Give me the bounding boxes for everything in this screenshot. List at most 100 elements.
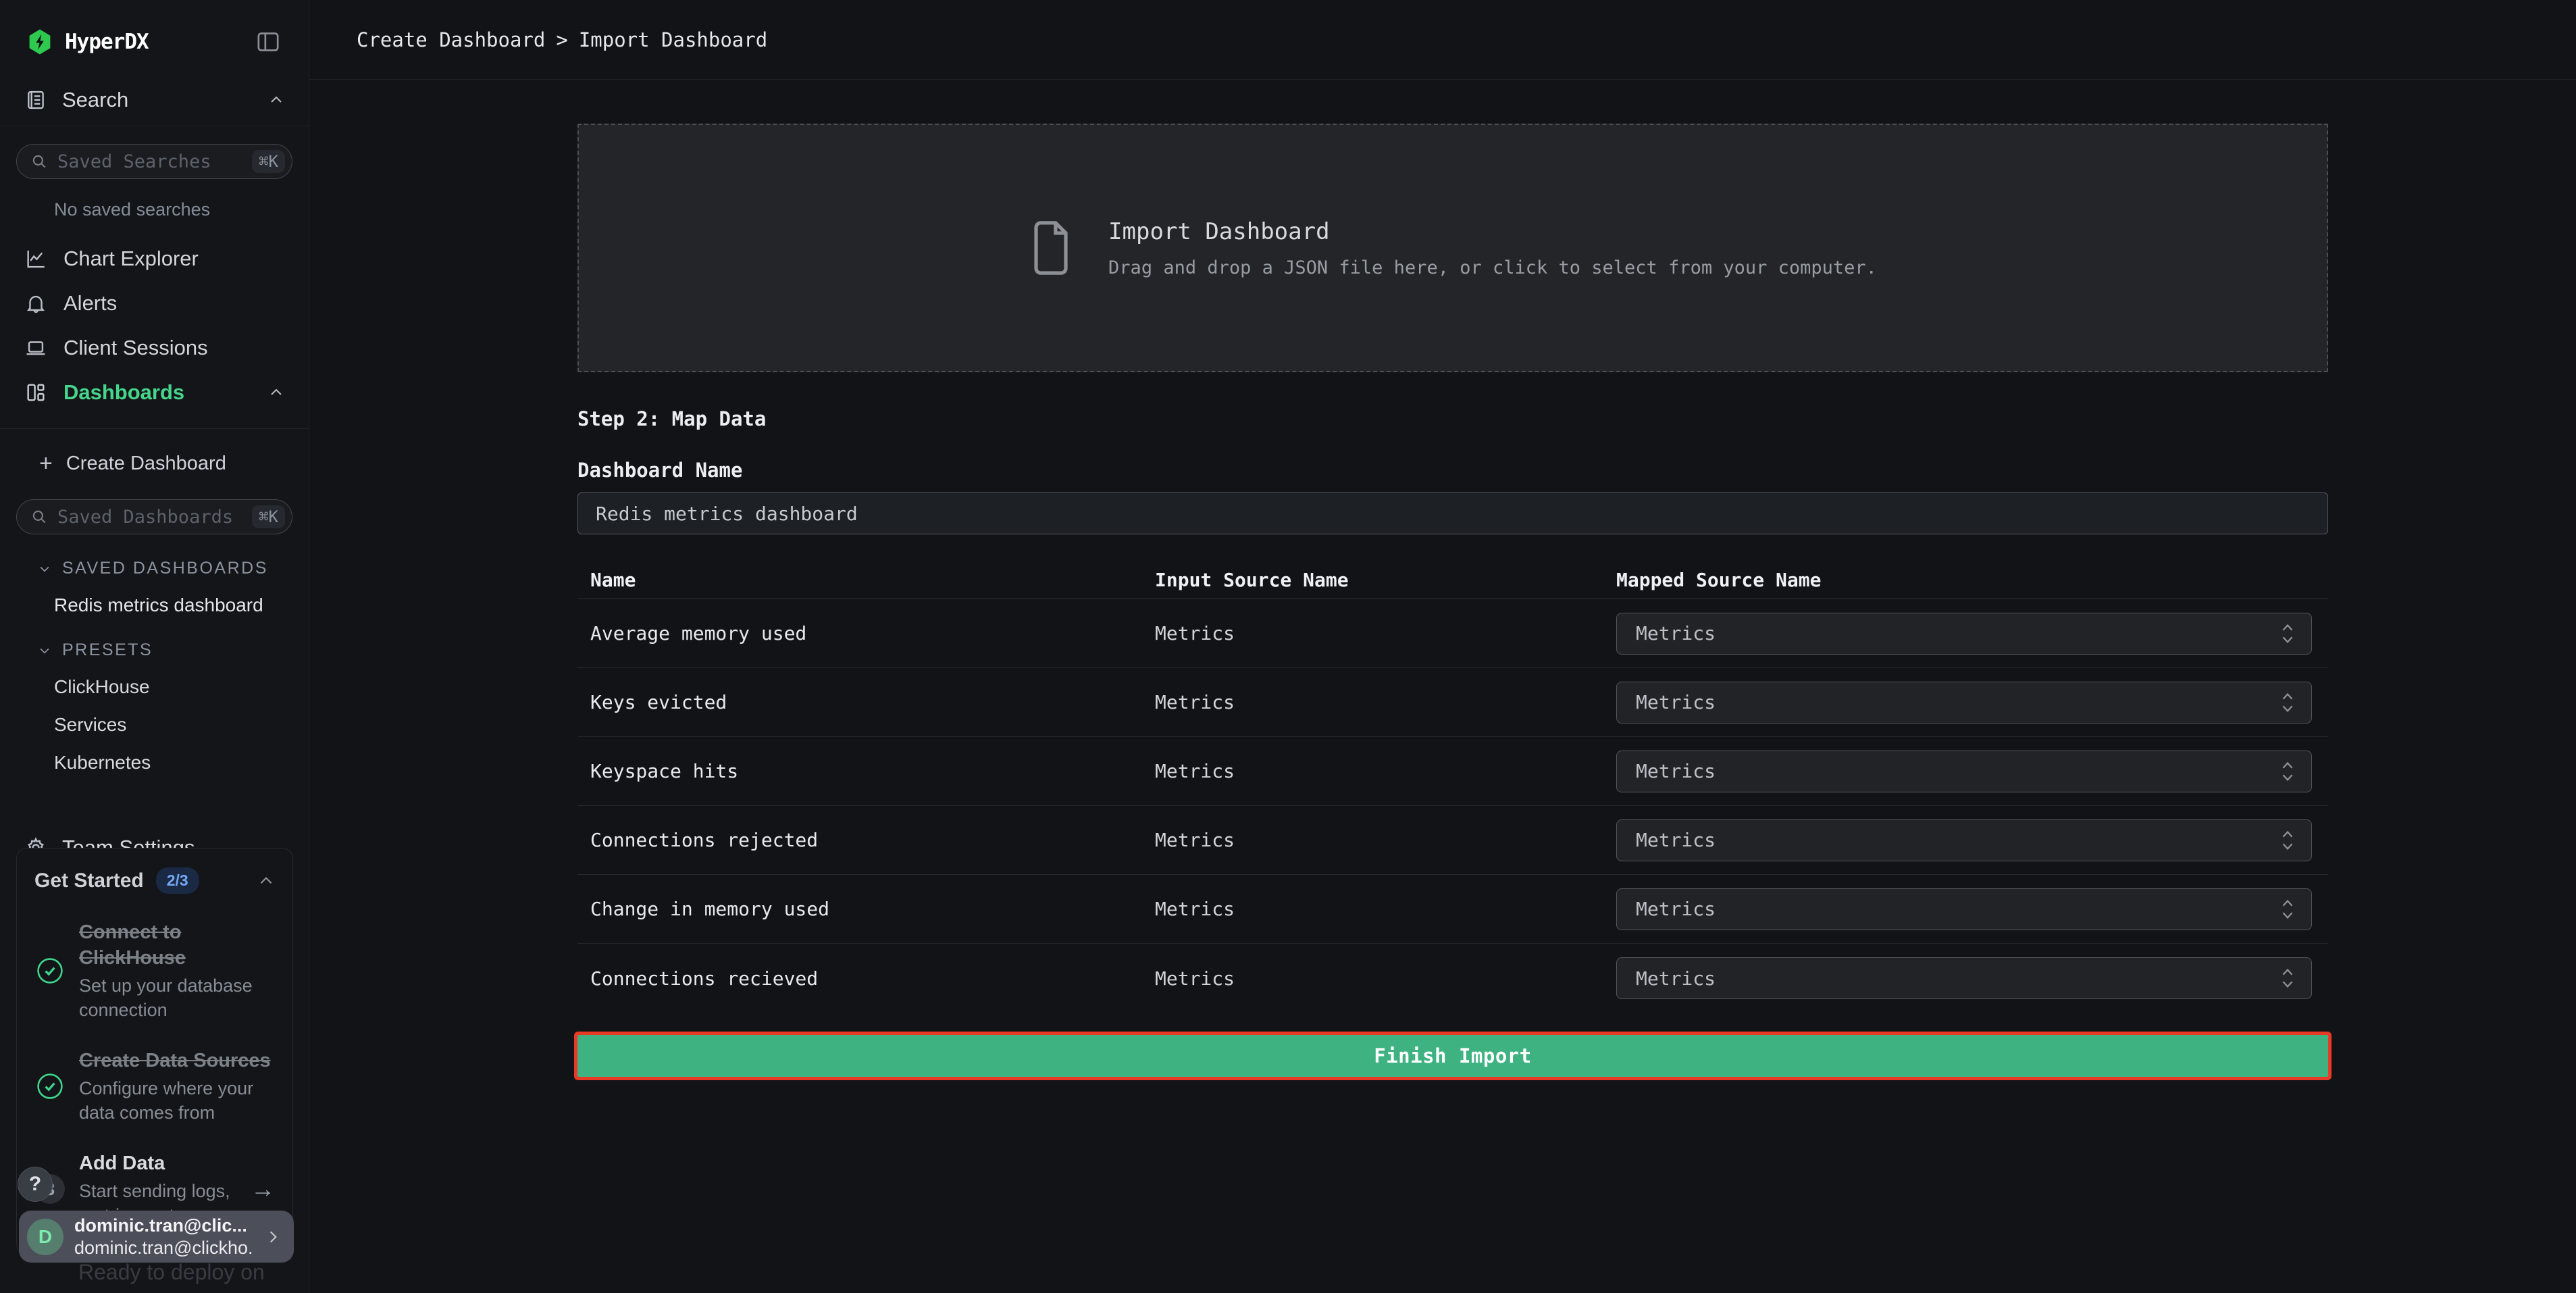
mapped-source-cell: Metrics [1616,613,2328,655]
chevron-up-icon [268,92,284,108]
get-started-progress-badge: 2/3 [156,867,199,894]
chart-explorer-icon [24,247,47,270]
step-label: Step 2: Map Data [577,407,2328,430]
preset-link-kubernetes[interactable]: Kubernetes [54,752,309,774]
saved-dashboards-placeholder: Saved Dashboards [57,507,242,528]
mapped-source-value: Metrics [1636,829,1716,851]
sidebar-item-chart-explorer[interactable]: Chart Explorer [0,236,309,281]
sidebar-collapse-button[interactable] [255,28,282,55]
sidebar-item-dashboards[interactable]: Dashboards [0,370,309,415]
breadcrumb: Create Dashboard > Import Dashboard [309,0,2576,80]
saved-dashboards-group-label: SAVED DASHBOARDS [62,559,268,578]
mapped-source-select[interactable]: Metrics [1616,613,2312,655]
dropzone-title: Import Dashboard [1108,218,1877,245]
mapped-source-value: Metrics [1636,760,1716,782]
saved-searches-input[interactable]: Saved Searches ⌘K [16,144,292,179]
create-dashboard-label: Create Dashboard [66,453,226,475]
input-source-cell: Metrics [1155,760,1616,782]
mapped-source-select[interactable]: Metrics [1616,957,2312,999]
mapped-source-cell: Metrics [1616,888,2328,930]
get-started-item-connect[interactable]: Connect to ClickHouse Set up your databa… [34,919,275,1022]
select-chevrons-icon [2280,898,2295,921]
select-chevrons-icon [2280,691,2295,714]
preset-link-services[interactable]: Services [54,714,309,736]
shortcut-badge: ⌘K [252,150,285,173]
input-source-cell: Metrics [1155,622,1616,644]
search-icon [30,508,48,526]
journal-icon [24,88,47,111]
saved-dashboards-group-header[interactable]: SAVED DASHBOARDS [38,559,309,578]
table-row: Keyspace hits Metrics Metrics [577,737,2328,806]
hyperdx-logo-icon [27,28,53,55]
search-section-label: Search [62,88,128,112]
user-info: dominic.tran@clic... dominic.tran@clickh… [74,1215,253,1259]
get-started-item-subtitle: Configure where your data comes from [79,1076,275,1125]
mapped-source-value: Metrics [1636,898,1716,920]
select-chevrons-icon [2280,829,2295,852]
breadcrumb-import-dashboard[interactable]: Import Dashboard [579,28,767,51]
presets-group-header[interactable]: PRESETS [38,640,309,660]
table-row: Change in memory used Metrics Metrics [577,875,2328,944]
divider [0,428,309,429]
get-started-title: Get Started [34,869,144,892]
table-row: Average memory used Metrics Metrics [577,599,2328,668]
column-header-name: Name [577,569,1155,591]
get-started-card: Get Started 2/3 Connect to ClickHouse Se… [16,848,293,1255]
plus-icon: + [39,452,53,475]
check-circle-icon [35,1071,65,1101]
mapped-source-select[interactable]: Metrics [1616,819,2312,861]
sidebar-item-client-sessions[interactable]: Client Sessions [0,326,309,370]
chevron-right-icon [264,1228,282,1246]
select-chevrons-icon [2280,622,2295,645]
input-source-cell: Metrics [1155,967,1616,990]
mapped-source-cell: Metrics [1616,682,2328,724]
table-row: Connections recieved Metrics Metrics [577,944,2328,1013]
chart-name-cell: Change in memory used [577,898,1155,920]
get-started-header[interactable]: Get Started 2/3 [34,867,275,894]
shortcut-badge: ⌘K [252,505,285,528]
get-started-item-sources[interactable]: Create Data Sources Configure where your… [34,1048,275,1125]
mapping-table-rows: Average memory used Metrics Metrics Keys… [577,599,2328,1013]
saved-dashboard-link[interactable]: Redis metrics dashboard [54,594,309,616]
user-menu[interactable]: D dominic.tran@clic... dominic.tran@clic… [19,1211,294,1263]
dashboards-icon [24,381,47,404]
get-started-item-title: Connect to ClickHouse [79,919,275,971]
mapping-table: Name Input Source Name Mapped Source Nam… [577,561,2328,1013]
table-row: Keys evicted Metrics Metrics [577,668,2328,737]
saved-dashboards-input[interactable]: Saved Dashboards ⌘K [16,499,292,534]
help-button[interactable]: ? [18,1167,53,1202]
user-email: dominic.tran@clickho... [74,1237,253,1259]
input-source-cell: Metrics [1155,898,1616,920]
chevron-up-icon [268,384,284,401]
app-title: HyperDX [65,30,149,54]
mapped-source-value: Metrics [1636,967,1716,990]
mapped-source-cell: Metrics [1616,957,2328,999]
mapped-source-select[interactable]: Metrics [1616,682,2312,724]
input-source-cell: Metrics [1155,829,1616,851]
mapped-source-cell: Metrics [1616,819,2328,861]
dropzone-text: Import Dashboard Drag and drop a JSON fi… [1108,218,1877,278]
panel-toggle-icon [255,28,282,55]
chart-name-cell: Keys evicted [577,691,1155,713]
sidebar-item-alerts[interactable]: Alerts [0,281,309,326]
file-icon [1029,219,1073,277]
mapped-source-value: Metrics [1636,622,1716,644]
sidebar-item-label: Chart Explorer [63,247,199,271]
arrow-right-icon: → [247,1175,275,1203]
mapped-source-cell: Metrics [1616,751,2328,792]
chart-name-cell: Keyspace hits [577,760,1155,782]
mapped-source-select[interactable]: Metrics [1616,888,2312,930]
sidebar-nav: Chart Explorer Alerts Client Sessions [0,236,309,415]
input-source-cell: Metrics [1155,691,1616,713]
laptop-icon [24,336,47,359]
dashboard-name-input[interactable] [577,492,2328,534]
mapped-source-select[interactable]: Metrics [1616,751,2312,792]
breadcrumb-create-dashboard[interactable]: Create Dashboard [357,28,545,51]
finish-import-button[interactable]: Finish Import [577,1035,2328,1077]
no-saved-searches-note: No saved searches [54,199,309,220]
json-dropzone[interactable]: Import Dashboard Drag and drop a JSON fi… [577,124,2328,372]
preset-link-clickhouse[interactable]: ClickHouse [54,676,309,698]
create-dashboard-button[interactable]: + Create Dashboard [0,445,309,482]
sidebar: HyperDX Search Saved Searches ⌘K No save… [0,0,309,1293]
search-section-header[interactable]: Search [0,88,309,112]
